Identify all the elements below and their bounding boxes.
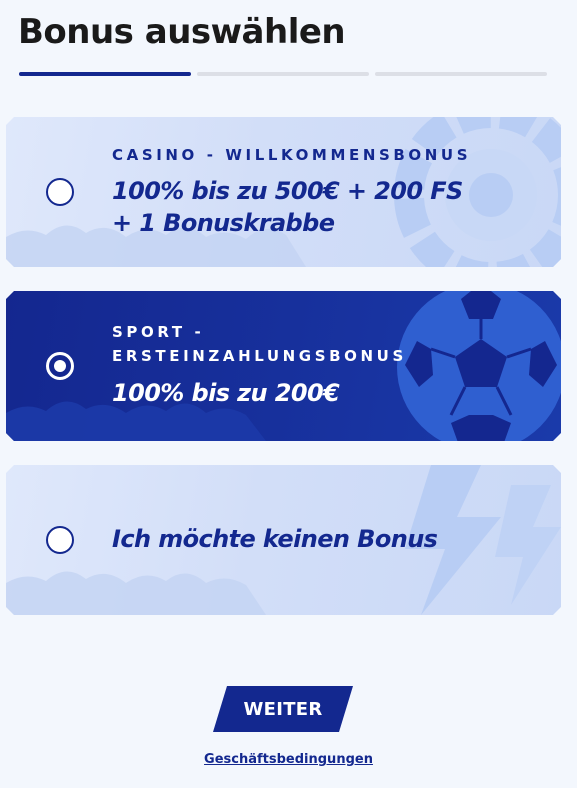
step-1-active bbox=[19, 72, 191, 76]
radio-selected-dot bbox=[54, 360, 66, 372]
page-title: Bonus auswählen bbox=[18, 12, 346, 52]
sport-category-line2: ERSTEINZAHLUNGSBONUS bbox=[112, 347, 407, 365]
casino-offer-line2: + 1 Bonuskrabbe bbox=[112, 209, 335, 237]
radio-none[interactable] bbox=[46, 526, 74, 554]
radio-casino[interactable] bbox=[46, 178, 74, 206]
progress-stepper bbox=[19, 72, 547, 77]
continue-button[interactable]: WEITER bbox=[213, 686, 353, 732]
bonus-option-sport[interactable]: SPORT - ERSTEINZAHLUNGSBONUS 100% bis zu… bbox=[6, 291, 561, 441]
casino-offer-line1: 100% bis zu 500€ + 200 FS bbox=[112, 177, 463, 205]
terms-link[interactable]: Geschäftsbedingungen bbox=[0, 752, 577, 767]
bonus-option-casino[interactable]: CASINO - WILLKOMMENSBONUS 100% bis zu 50… bbox=[6, 117, 561, 267]
bonus-option-none[interactable]: Ich möchte keinen Bonus bbox=[6, 465, 561, 615]
radio-sport[interactable] bbox=[46, 352, 74, 380]
step-2 bbox=[197, 72, 369, 76]
none-offer-label: Ich möchte keinen Bonus bbox=[112, 525, 438, 553]
sport-category-line1: SPORT - bbox=[112, 323, 205, 341]
sport-offer-line1: 100% bis zu 200€ bbox=[112, 379, 340, 407]
step-3 bbox=[375, 72, 547, 76]
casino-category-label: CASINO - WILLKOMMENSBONUS bbox=[112, 146, 472, 164]
